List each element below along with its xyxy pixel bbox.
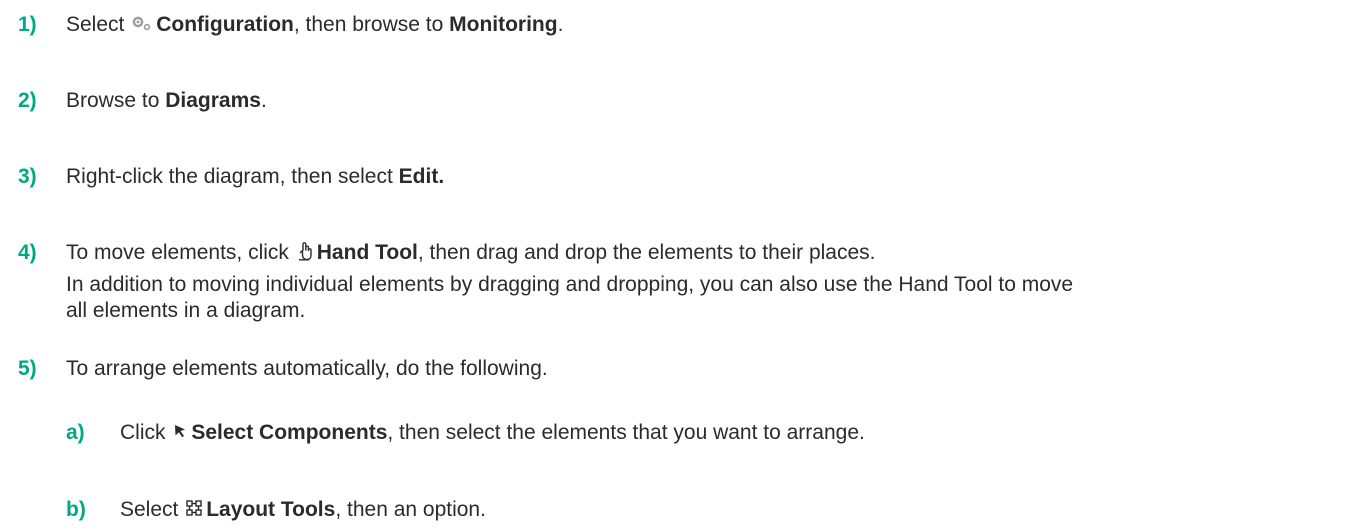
substep-letter: b)	[66, 498, 86, 521]
step-number: 3)	[18, 165, 37, 188]
step-text: Right-click the diagram, then select Edi…	[66, 162, 444, 192]
menu-configuration: Configuration	[156, 13, 294, 36]
menu-hand-tool: Hand Tool	[316, 241, 418, 264]
substep-text: Select Layout Tools, then an option.	[120, 495, 486, 525]
cursor-arrow-icon	[175, 425, 186, 438]
step-4-note-line-2: all elements in a diagram.	[66, 299, 306, 322]
step-text-pre: Browse to	[66, 89, 160, 112]
substep-text-post: , then select the elements that you want…	[387, 421, 865, 444]
menu-select-components: Select Components	[191, 421, 388, 444]
substep-text-pre: Click	[120, 421, 166, 444]
step-text-pre: To move elements, click	[66, 241, 289, 264]
step-number: 2)	[18, 89, 37, 112]
menu-monitoring: Monitoring	[449, 13, 558, 36]
step-text-pre: Select	[66, 13, 125, 36]
step-number: 1)	[18, 13, 37, 36]
step-text: To arrange elements automatically, do th…	[66, 357, 548, 380]
step-number: 5)	[18, 357, 37, 380]
gear-icon	[132, 16, 151, 31]
substep-text-post: , then an option.	[335, 498, 486, 521]
hand-icon	[298, 242, 312, 261]
menu-layout-tools: Layout Tools	[206, 498, 336, 521]
step-number: 4)	[18, 241, 37, 264]
step-text: Browse to Diagrams.	[66, 86, 267, 116]
step-text-post: .	[260, 89, 267, 112]
step-text-mid: , then browse to	[293, 13, 444, 36]
layout-grid-icon	[186, 500, 202, 517]
substep-text-pre: Select	[120, 498, 179, 521]
substep-letter: a)	[66, 421, 85, 444]
step-text: Select Configuration, then browse to Mon…	[66, 10, 563, 40]
step-text-post: .	[557, 13, 564, 36]
step-text-pre: Right-click the diagram, then select	[66, 165, 393, 188]
menu-diagrams: Diagrams	[165, 89, 261, 112]
step-text: To move elements, click Hand Tool, then …	[66, 238, 875, 268]
step-text-post: , then drag and drop the elements to the…	[417, 241, 876, 264]
substep-text: Click Select Components, then select the…	[120, 418, 865, 448]
menu-edit: Edit.	[398, 165, 445, 188]
